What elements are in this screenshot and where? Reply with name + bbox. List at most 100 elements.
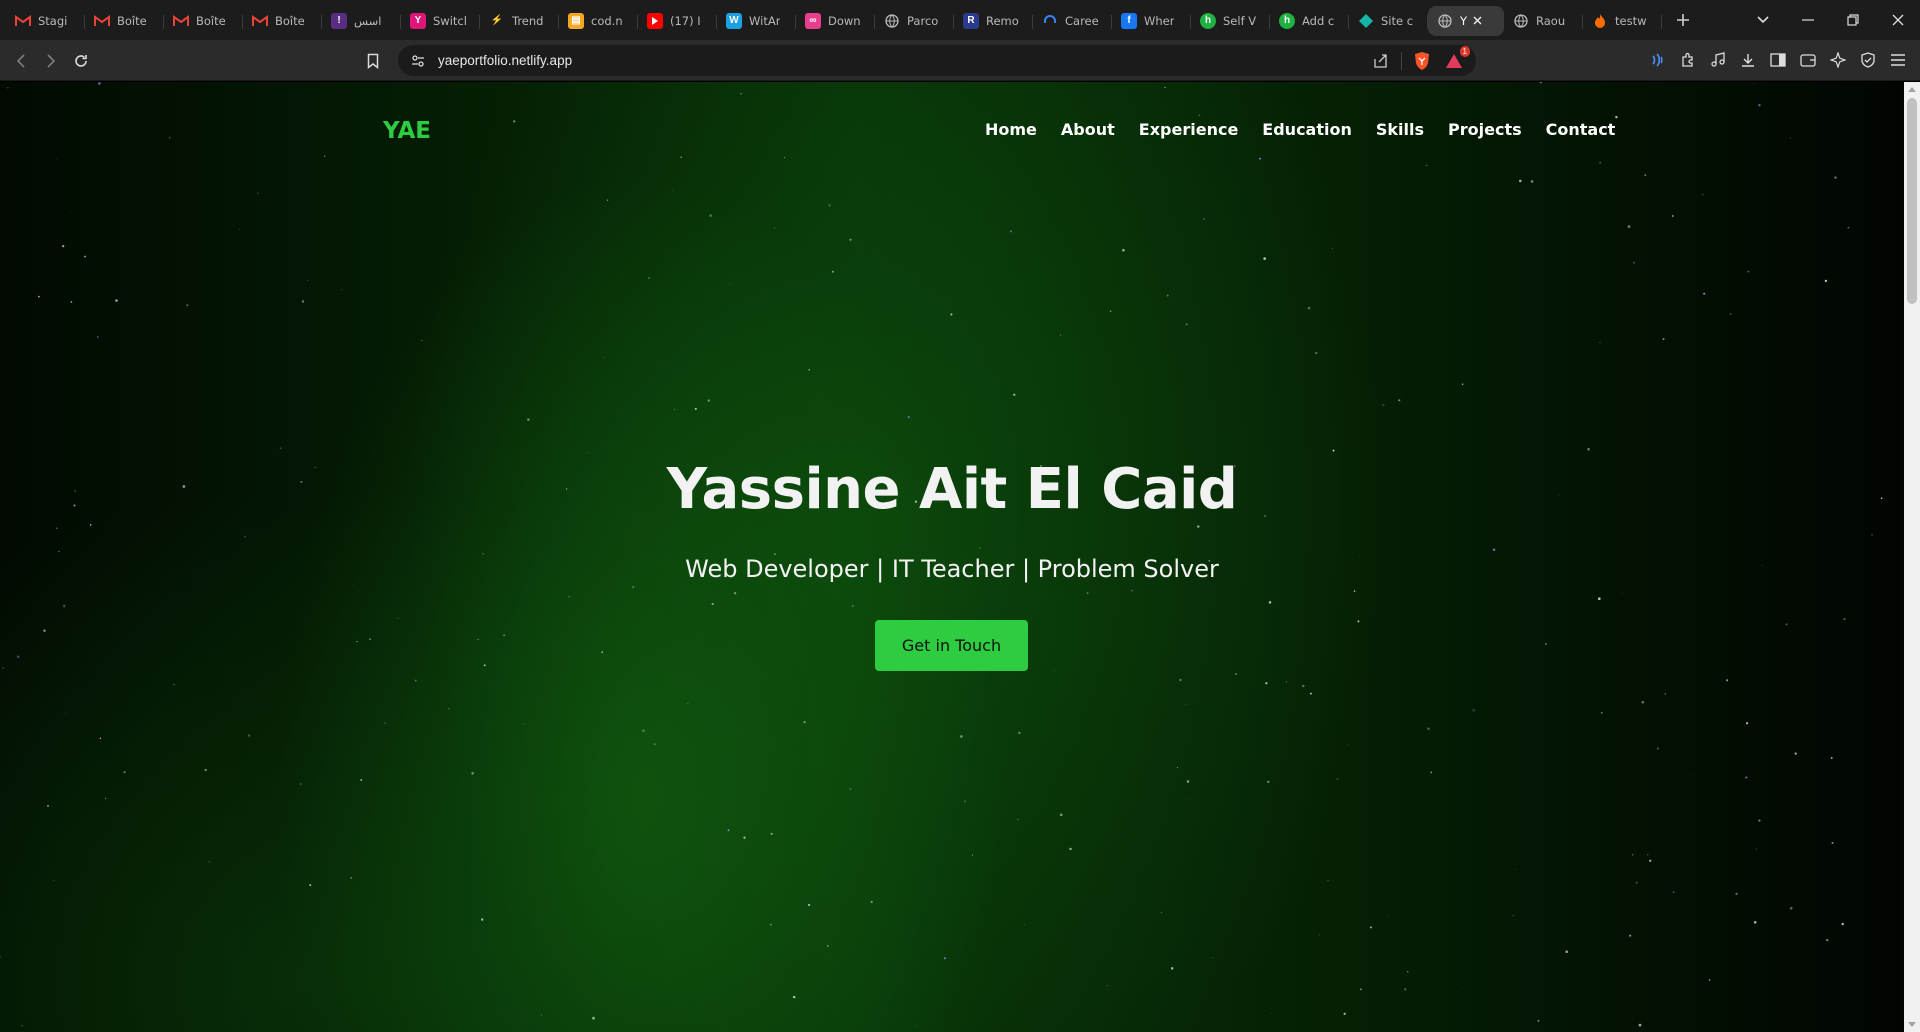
nav-link-skills[interactable]: Skills [1376, 120, 1424, 139]
site-logo[interactable]: YAE [383, 118, 431, 144]
tab-title: Boîte [275, 13, 305, 28]
flame-icon [1592, 13, 1608, 29]
bookmark-icon[interactable] [360, 48, 386, 74]
tab-title: Raou [1536, 13, 1566, 28]
tab-title: Y [1460, 13, 1468, 28]
gmail-icon [15, 13, 31, 29]
url-text[interactable]: yaeportfolio.netlify.app [438, 53, 572, 68]
nav-link-contact[interactable]: Contact [1546, 120, 1616, 139]
w-icon: W [726, 12, 742, 29]
h-icon: h [1279, 12, 1295, 29]
tab[interactable]: Boîte [243, 6, 322, 36]
nav-link-home[interactable]: Home [985, 120, 1037, 139]
url-divider [1401, 51, 1402, 70]
back-button[interactable] [8, 48, 34, 74]
tab[interactable]: Raou [1504, 6, 1583, 36]
tab[interactable]: Boîte [164, 6, 243, 36]
tab-search-button[interactable] [1740, 0, 1785, 40]
tab[interactable]: Stagi [6, 6, 85, 36]
scroll-thumb[interactable] [1907, 98, 1917, 304]
gmail-icon [94, 13, 110, 29]
trend-icon: ⚡ [490, 15, 504, 26]
tab-title: Trend [512, 13, 544, 28]
figure-icon: ! [331, 12, 347, 29]
tab-title: Boîte [196, 13, 226, 28]
sidebar-icon[interactable] [1766, 48, 1790, 72]
hero-title: Yassine Ait El Caid [666, 457, 1238, 522]
tab[interactable]: ! اسس [322, 6, 401, 36]
code-icon: ▤ [568, 12, 584, 29]
yahoo-icon: Y [410, 12, 426, 29]
restore-button[interactable] [1830, 0, 1875, 40]
tab-title: Boîte [117, 13, 147, 28]
tab-title: Down [828, 13, 861, 28]
minimize-button[interactable] [1785, 0, 1830, 40]
tab[interactable]: Y Switcl [401, 6, 480, 36]
tab[interactable]: h Self V [1191, 6, 1270, 36]
tab[interactable]: ∞ Down [796, 6, 875, 36]
tab[interactable]: Boîte [85, 6, 164, 36]
tab-title: Stagi [38, 13, 68, 28]
get-in-touch-button[interactable]: Get in Touch [875, 620, 1028, 671]
window-controls [1740, 0, 1920, 40]
nav-link-about[interactable]: About [1061, 120, 1115, 139]
globe-icon [1437, 13, 1453, 29]
tab-title: Self V [1223, 13, 1257, 28]
tab[interactable]: f Wher [1112, 6, 1191, 36]
tab[interactable]: testw [1583, 6, 1662, 36]
vpn-shield-icon[interactable] [1856, 48, 1880, 72]
ai-sparkle-icon[interactable] [1826, 48, 1850, 72]
tab-title: Switcl [433, 13, 467, 28]
tab-title: Site c [1381, 13, 1414, 28]
page-viewport: YAE Home About Experience Education Skills Pr… [0, 82, 1904, 1032]
tab-title: WitAr [749, 13, 781, 28]
tab[interactable]: (17) I [638, 6, 717, 36]
music-icon[interactable] [1706, 48, 1730, 72]
tab[interactable]: Caree [1033, 6, 1112, 36]
hero-subtitle: Web Developer | IT Teacher | Problem Sol… [685, 555, 1219, 583]
h-icon: h [1200, 12, 1216, 29]
tab-title: اسس [354, 13, 382, 28]
nav-link-experience[interactable]: Experience [1139, 120, 1239, 139]
close-tab-icon[interactable] [1473, 13, 1482, 28]
tab-title: Remo [986, 13, 1019, 28]
extensions-icon[interactable] [1676, 48, 1700, 72]
reload-button[interactable] [68, 48, 94, 74]
tab[interactable]: ⚡ Trend [480, 6, 559, 36]
leo-ai-icon[interactable] [1646, 48, 1670, 72]
tab-title: Caree [1065, 13, 1099, 28]
diamond-icon [1358, 13, 1374, 29]
new-tab-button[interactable] [1668, 5, 1698, 35]
tab[interactable]: R Remo [954, 6, 1033, 36]
tab[interactable]: h Add c [1270, 6, 1349, 36]
brave-rewards-icon[interactable]: 1 [1442, 45, 1470, 73]
rewards-badge: 1 [1459, 45, 1470, 57]
downloads-icon[interactable] [1736, 48, 1760, 72]
address-bar[interactable]: yaeportfolio.netlify.app 1 [398, 45, 1476, 76]
scroll-down-arrow[interactable] [1908, 1022, 1916, 1027]
site-navigation: Home About Experience Education Skills Projec… [985, 120, 1615, 139]
tab-active[interactable]: Y [1428, 5, 1504, 36]
forward-button[interactable] [38, 48, 64, 74]
tab[interactable]: W WitAr [717, 6, 796, 36]
r-icon: R [963, 12, 979, 29]
youtube-icon [647, 12, 663, 29]
scroll-up-arrow[interactable] [1908, 87, 1916, 92]
page-scrollbar[interactable] [1904, 82, 1920, 1032]
tab[interactable]: Parco [875, 6, 954, 36]
tab-title: testw [1615, 13, 1647, 28]
facebook-icon: f [1121, 12, 1137, 29]
nav-link-projects[interactable]: Projects [1448, 120, 1522, 139]
browser-toolbar: yaeportfolio.netlify.app 1 [0, 40, 1920, 81]
wallet-icon[interactable] [1796, 48, 1820, 72]
download-site-icon: ∞ [805, 12, 821, 29]
close-window-button[interactable] [1875, 0, 1920, 40]
brave-shields-icon[interactable] [1410, 49, 1434, 73]
tab[interactable]: Site c [1349, 6, 1428, 36]
site-info-icon[interactable] [410, 53, 426, 69]
nav-link-education[interactable]: Education [1262, 120, 1352, 139]
menu-icon[interactable] [1886, 48, 1910, 72]
globe-icon [1513, 13, 1529, 29]
tab[interactable]: ▤ cod.n [559, 6, 638, 36]
share-icon[interactable] [1369, 49, 1393, 73]
